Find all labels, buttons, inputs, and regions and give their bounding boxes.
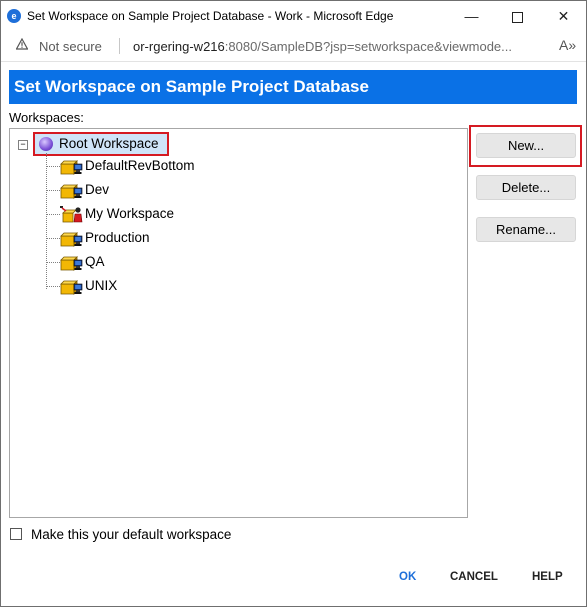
dialog-title: Set Workspace on Sample Project Database: [14, 77, 369, 96]
url-field[interactable]: or-rgering-w216:8080/SampleDB?jsp=setwor…: [133, 39, 553, 54]
url-host: or-rgering-w216: [133, 39, 225, 54]
default-workspace-checkbox[interactable]: [10, 528, 22, 540]
tree-node-label: DefaultRevBottom: [85, 158, 195, 173]
tree-connector: [46, 262, 60, 263]
root-workspace-icon: [39, 137, 53, 151]
workspace-icon: [60, 256, 83, 271]
workspace-icon: [60, 184, 83, 199]
my-workspace-icon: [60, 206, 83, 223]
tree-node-label: QA: [85, 254, 105, 269]
default-workspace-label[interactable]: Make this your default workspace: [31, 527, 231, 542]
new-workspace-button[interactable]: New...: [476, 133, 576, 158]
security-status[interactable]: Not secure: [39, 39, 102, 54]
tree-node-root-workspace[interactable]: Root Workspace: [33, 132, 169, 156]
workspace-icon: [60, 160, 83, 175]
tree-connector: [46, 190, 60, 191]
delete-workspace-button[interactable]: Delete...: [476, 175, 576, 200]
tree-connector: [46, 214, 60, 215]
cancel-button[interactable]: CANCEL: [450, 571, 498, 583]
collapse-toggle-icon[interactable]: −: [18, 140, 28, 150]
tree-connector: [46, 166, 60, 167]
tree-node-qa[interactable]: QA: [46, 252, 346, 272]
tree-connector: [46, 286, 60, 287]
tree-node-production[interactable]: Production: [46, 228, 346, 248]
warning-icon[interactable]: [16, 38, 28, 50]
window-title: Set Workspace on Sample Project Database…: [27, 9, 394, 23]
edge-app-icon: e: [7, 9, 21, 23]
tree-node-dev[interactable]: Dev: [46, 180, 346, 200]
help-button[interactable]: HELP: [532, 571, 563, 583]
maximize-button[interactable]: [495, 1, 540, 31]
tree-connector: [46, 238, 60, 239]
dialog-header: Set Workspace on Sample Project Database: [9, 70, 577, 104]
tree-node-label: UNIX: [85, 278, 118, 293]
workspace-tree[interactable]: − Root Workspace DefaultRevBottom Dev My…: [9, 128, 468, 518]
tree-node-defaultrevbottom[interactable]: DefaultRevBottom: [46, 156, 346, 176]
address-bar: Not secure or-rgering-w216:8080/SampleDB…: [1, 31, 586, 62]
url-path: :8080/SampleDB?jsp=setworkspace&viewmode…: [224, 39, 512, 54]
tree-node-my-workspace[interactable]: My Workspace: [46, 204, 346, 224]
tree-node-label: Production: [85, 230, 150, 245]
workspace-icon: [60, 280, 83, 295]
ok-button[interactable]: OK: [399, 571, 416, 583]
address-separator: [119, 38, 120, 54]
workspace-icon: [60, 232, 83, 247]
rename-workspace-button[interactable]: Rename...: [476, 217, 576, 242]
tree-node-label: Root Workspace: [59, 136, 159, 151]
title-bar: e Set Workspace on Sample Project Databa…: [1, 1, 586, 31]
minimize-button[interactable]: —: [449, 1, 494, 31]
tree-node-unix[interactable]: UNIX: [46, 276, 346, 296]
maximize-icon: [512, 11, 523, 23]
workspaces-label: Workspaces:: [9, 110, 84, 125]
close-button[interactable]: ✕: [541, 1, 586, 31]
tree-node-label: Dev: [85, 182, 110, 197]
tree-node-label: My Workspace: [85, 206, 175, 221]
read-aloud-icon[interactable]: A»: [559, 37, 576, 53]
